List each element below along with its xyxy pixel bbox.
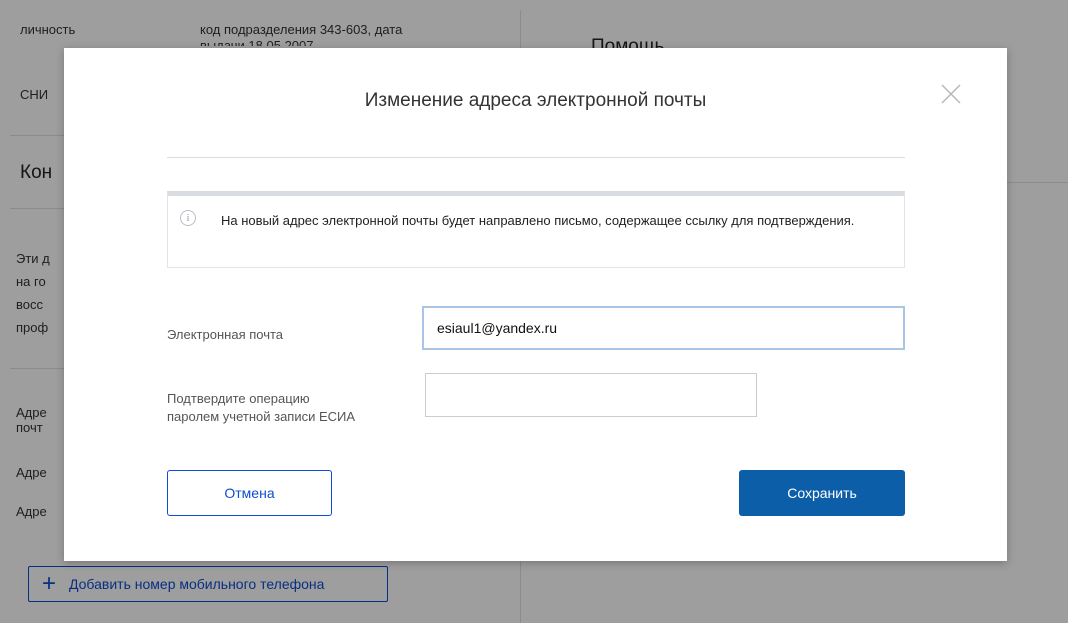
password-field[interactable] <box>425 373 757 417</box>
email-field[interactable]: esiaul1@yandex.ru <box>422 306 905 350</box>
save-button[interactable]: Сохранить <box>739 470 905 516</box>
email-field-label: Электронная почта <box>167 327 284 342</box>
password-field-label-line1: Подтвердите операцию <box>167 391 310 406</box>
email-field-value: esiaul1@yandex.ru <box>437 320 558 336</box>
password-field-label-line2: паролем учетной записи ЕСИА <box>167 409 356 424</box>
title-divider <box>167 157 905 158</box>
info-icon: i <box>180 210 196 226</box>
dialog-title: Изменение адреса электронной почты <box>364 90 707 111</box>
info-text: На новый адрес электронной почты будет н… <box>221 213 855 228</box>
change-email-dialog: Изменение адреса электронной почты i На … <box>64 48 1007 561</box>
info-notice: i На новый адрес электронной почты будет… <box>167 191 905 268</box>
cancel-button[interactable]: Отмена <box>167 470 332 516</box>
